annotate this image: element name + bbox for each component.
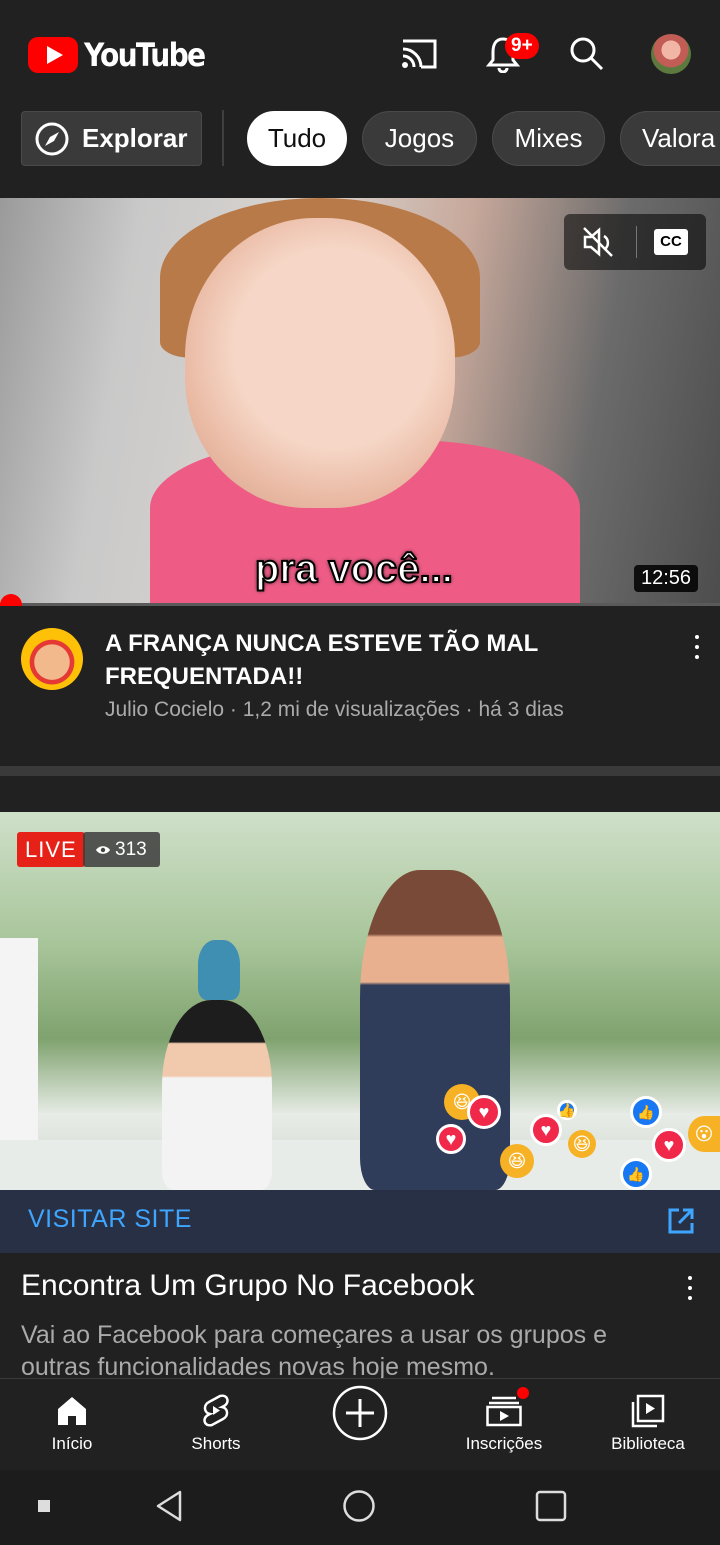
thumbnail-subject-face [185, 218, 455, 508]
nav-label-shorts: Shorts [191, 1434, 241, 1453]
recents-square-icon [535, 1490, 567, 1522]
subscriptions-icon [486, 1396, 522, 1427]
home-icon [58, 1397, 86, 1425]
feed-separator [0, 766, 720, 776]
nav-label-subscriptions: Inscrições [465, 1434, 543, 1453]
live-badge: LIVE [17, 832, 85, 867]
ad-metadata: Encontra Um Grupo No Facebook Vai ao Fac… [0, 1253, 720, 1378]
video-duration: 12:56 [634, 565, 699, 592]
nav-item-create[interactable] [288, 1379, 432, 1471]
channel-avatar[interactable] [21, 628, 83, 690]
youtube-logo[interactable]: YouTube [28, 36, 221, 74]
top-app-bar: YouTube 9+ [0, 0, 720, 102]
video-title[interactable]: A FRANÇA NUNCA ESTEVE TÃO MAL FREQUENTAD… [105, 627, 665, 693]
eye-icon [96, 845, 110, 854]
more-vert-icon [695, 635, 699, 639]
library-icon [631, 1394, 665, 1428]
video-caption-text: pra você... [254, 546, 454, 592]
wow-reaction-icon: 😮 [688, 1116, 720, 1152]
account-avatar[interactable] [651, 34, 691, 74]
heart-reaction-icon: ♥ [530, 1114, 562, 1146]
controls-divider [636, 226, 637, 258]
open-external-icon [668, 1208, 694, 1234]
system-back-button[interactable] [147, 1484, 191, 1528]
ad-more-button[interactable] [678, 1273, 702, 1303]
system-recents-button[interactable] [529, 1484, 573, 1528]
shorts-icon [203, 1394, 229, 1427]
back-triangle-icon [156, 1490, 182, 1522]
ad-scene-girl [162, 1000, 272, 1190]
video-metadata: A FRANÇA NUNCA ESTEVE TÃO MAL FREQUENTAD… [0, 606, 720, 766]
search-button[interactable] [565, 32, 609, 76]
ad-title[interactable]: Encontra Um Grupo No Facebook [21, 1269, 475, 1303]
nav-item-subscriptions[interactable]: Inscrições [432, 1379, 576, 1471]
nav-label-home: Início [51, 1434, 93, 1453]
chip-mixes[interactable]: Mixes [492, 111, 605, 166]
new-content-dot [517, 1387, 529, 1399]
like-reaction-icon: 👍 [630, 1096, 662, 1128]
logo-text: YouTube [84, 36, 206, 74]
viewer-count: 313 [115, 839, 147, 860]
home-circle-icon [343, 1490, 375, 1522]
chip-tudo[interactable]: Tudo [247, 111, 347, 166]
heart-reaction-icon: ♥ [436, 1124, 466, 1154]
system-menu-button[interactable] [22, 1484, 66, 1528]
heart-reaction-icon: ♥ [652, 1128, 686, 1162]
nav-item-shorts[interactable]: Shorts [144, 1379, 288, 1471]
youtube-play-icon [28, 37, 78, 73]
ad-scene-woman [360, 870, 510, 1190]
nav-item-home[interactable]: Início [0, 1379, 144, 1471]
heart-reaction-icon: ♥ [467, 1095, 501, 1129]
system-navigation-bar [0, 1470, 720, 1545]
player-controls-overlay: CC [564, 214, 706, 270]
video-subtitle: Julio Cocielo · 1,2 mi de visualizações … [105, 698, 564, 721]
notification-badge: 9+ [505, 33, 539, 59]
like-reaction-icon: 👍 [620, 1158, 652, 1190]
ad-description: Vai ao Facebook para começares a usar os… [21, 1321, 607, 1378]
square-small-icon [38, 1500, 50, 1512]
like-reaction-icon: 👍 [557, 1100, 577, 1120]
visit-site-bar[interactable]: VISITAR SITE [0, 1190, 720, 1253]
cast-button[interactable] [397, 32, 441, 76]
chips-divider [222, 110, 224, 166]
captions-button[interactable]: CC [654, 229, 688, 255]
explore-label: Explorar [82, 123, 188, 153]
system-home-button[interactable] [337, 1484, 381, 1528]
mute-button[interactable] [580, 224, 616, 265]
explore-chip[interactable]: Explorar [21, 111, 202, 166]
cast-icon [402, 39, 437, 69]
search-icon [570, 37, 604, 71]
viewer-count-badge: 313 [83, 832, 160, 867]
more-vert-icon [688, 1276, 692, 1280]
haha-reaction-icon: 😆 [568, 1130, 596, 1158]
nav-item-library[interactable]: Biblioteca [576, 1379, 720, 1471]
compass-icon [35, 122, 69, 155]
ad-scene-vase [198, 940, 240, 1000]
volume-muted-icon [583, 227, 613, 257]
haha-reaction-icon: 😆 [500, 1144, 534, 1178]
create-icon [332, 1385, 388, 1441]
filter-chips-bar: Explorar Tudo Jogos Mixes Valora [0, 102, 720, 198]
cc-icon: CC [660, 233, 682, 250]
bottom-navigation: Início Shorts Inscrições Biblioteca [0, 1378, 720, 1470]
video-more-button[interactable] [685, 632, 709, 662]
chip-jogos[interactable]: Jogos [362, 111, 477, 166]
visit-site-label: VISITAR SITE [28, 1205, 192, 1233]
chip-valora[interactable]: Valora [620, 111, 720, 166]
nav-label-library: Biblioteca [611, 1434, 685, 1453]
